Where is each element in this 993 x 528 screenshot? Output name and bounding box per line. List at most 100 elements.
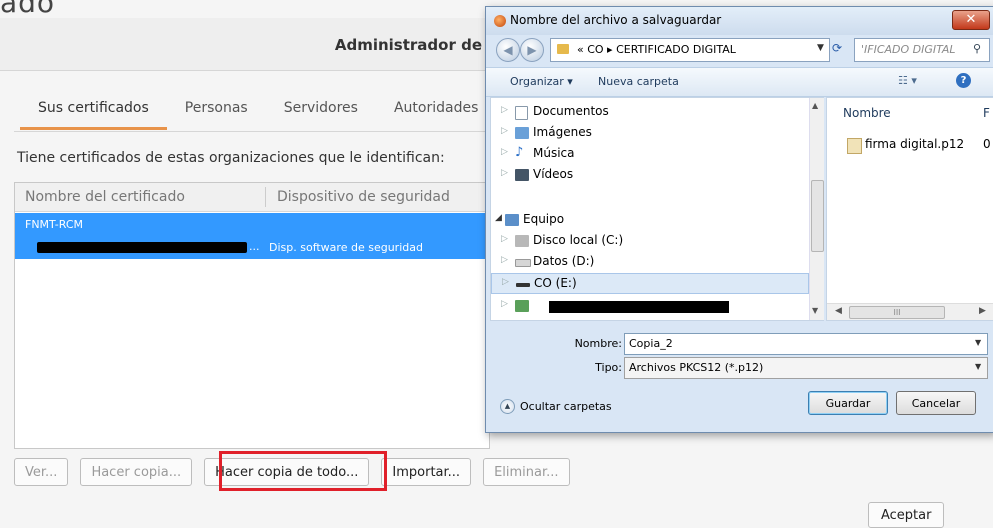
computer-icon: [505, 214, 519, 226]
new-folder-button[interactable]: Nueva carpeta: [598, 75, 679, 88]
collapse-arrow-icon[interactable]: ◢: [495, 213, 502, 223]
nav-item-label: Disco local (C:): [533, 233, 624, 247]
search-input[interactable]: 'IFICADO DIGITAL ⚲: [854, 38, 990, 62]
hide-folders-toggle[interactable]: ▲ Ocultar carpetas: [500, 399, 612, 414]
nav-item-label: CO (E:): [534, 276, 577, 290]
filename-field[interactable]: Copia_2 ▼: [624, 333, 988, 355]
address-row: ◀ ▶ « CO ▸ CERTIFICADO DIGITAL ▼ ⟳ 'IFIC…: [486, 35, 993, 65]
file-item[interactable]: firma digital.p12: [865, 137, 964, 151]
tabs-divider: [14, 131, 488, 132]
refresh-icon[interactable]: ⟳: [832, 41, 842, 55]
scroll-right-icon[interactable]: ▶: [979, 306, 986, 316]
column-header-name[interactable]: Nombre: [843, 106, 891, 120]
filetype-label: Tipo:: [595, 361, 622, 374]
nav-item-data-drive[interactable]: ▷ Datos (D:): [491, 252, 809, 273]
expand-arrow-icon[interactable]: ▷: [501, 105, 508, 115]
filename-label: Nombre:: [574, 337, 622, 350]
expand-arrow-icon[interactable]: ▷: [501, 126, 508, 136]
search-placeholder: 'IFICADO DIGITAL: [861, 43, 956, 56]
dialog-titlebar[interactable]: Nombre del archivo a salvaguardar ✕: [486, 7, 993, 35]
nav-item-local-disk[interactable]: ▷ Disco local (C:): [491, 231, 809, 252]
folder-icon: [557, 44, 569, 54]
file-list: Nombre F firma digital.p12 0 ◀ III ▶: [826, 97, 993, 321]
table-row-group[interactable]: FNMT-RCM: [15, 213, 489, 236]
name-ellipsis: ...: [249, 240, 260, 253]
chevron-down-icon[interactable]: ▼: [975, 338, 981, 347]
nav-item-co-drive[interactable]: ▷ CO (E:): [491, 273, 809, 294]
manager-header: Administrador de: [0, 18, 488, 71]
help-icon[interactable]: ?: [956, 73, 971, 88]
tab-servers[interactable]: Servidores: [266, 96, 376, 130]
ok-button[interactable]: Aceptar: [868, 502, 945, 528]
dialog-title: Nombre del archivo a salvaguardar: [510, 13, 722, 27]
nav-item-label: Datos (D:): [533, 254, 595, 268]
organize-menu[interactable]: Organizar ▾: [510, 75, 573, 88]
scroll-down-icon[interactable]: ▼: [812, 306, 818, 315]
expand-arrow-icon[interactable]: ▷: [501, 255, 508, 265]
expand-arrow-icon[interactable]: ▷: [501, 147, 508, 157]
column-separator[interactable]: [265, 187, 266, 207]
nav-item-computer[interactable]: ◢ Equipo: [491, 210, 809, 231]
redacted-certificate-name: [37, 242, 247, 253]
expand-arrow-icon[interactable]: ▷: [501, 234, 508, 244]
back-arrow-icon[interactable]: ◀: [496, 38, 520, 62]
file-item-detail: 0: [983, 137, 991, 151]
expand-arrow-icon[interactable]: ▷: [501, 168, 508, 178]
filetype-value: Archivos PKCS12 (*.p12): [629, 361, 764, 374]
network-icon: [515, 300, 529, 312]
scroll-left-icon[interactable]: ◀: [835, 306, 842, 316]
column-header-truncated[interactable]: F: [983, 106, 990, 120]
table-row-certificate[interactable]: ... Disp. software de seguridad: [15, 236, 489, 259]
certificate-table: Nombre del certificado Dispositivo de se…: [14, 182, 490, 449]
cancel-button[interactable]: Cancelar: [896, 391, 976, 415]
videos-icon: [515, 169, 529, 181]
nav-item-images[interactable]: ▷ Imágenes: [491, 123, 809, 144]
close-icon[interactable]: ✕: [952, 10, 990, 30]
address-bar[interactable]: « CO ▸ CERTIFICADO DIGITAL ▼: [550, 38, 830, 62]
nav-item-label: Documentos: [533, 104, 609, 118]
drive-icon: [515, 259, 531, 267]
scroll-thumb[interactable]: III: [849, 306, 945, 319]
chevron-down-icon[interactable]: ▼: [817, 43, 824, 53]
usb-drive-icon: [516, 283, 530, 287]
nav-item-label: Vídeos: [533, 167, 574, 181]
delete-button[interactable]: Eliminar...: [483, 458, 570, 486]
tab-authorities[interactable]: Autoridades: [376, 96, 496, 130]
backup-button[interactable]: Hacer copia...: [80, 458, 193, 486]
nav-item-music[interactable]: ▷ ♪ Música: [491, 144, 809, 165]
save-button[interactable]: Guardar: [808, 391, 888, 415]
firefox-icon: [494, 15, 506, 27]
view-options-icon[interactable]: ☷ ▾: [898, 74, 917, 87]
table-header: Nombre del certificado Dispositivo de se…: [15, 183, 489, 212]
save-dialog: Nombre del archivo a salvaguardar ✕ ◀ ▶ …: [485, 6, 993, 433]
scroll-thumb[interactable]: [811, 180, 824, 252]
view-button[interactable]: Ver...: [14, 458, 69, 486]
images-icon: [515, 127, 529, 139]
column-header-name[interactable]: Nombre del certificado: [25, 189, 185, 205]
nav-item-label: Imágenes: [533, 125, 592, 139]
expand-arrow-icon[interactable]: ▷: [502, 277, 509, 287]
chevron-down-icon[interactable]: ▼: [975, 362, 981, 371]
filename-value: Copia_2: [629, 337, 673, 350]
documents-icon: [515, 106, 528, 120]
certificate-file-icon: [847, 138, 862, 154]
nav-scrollbar[interactable]: ▲ ▼: [809, 98, 824, 320]
search-icon[interactable]: ⚲: [973, 42, 981, 55]
filetype-select[interactable]: Archivos PKCS12 (*.p12) ▼: [624, 357, 988, 379]
certificate-device: Disp. software de seguridad: [269, 241, 423, 254]
forward-arrow-icon[interactable]: ▶: [520, 38, 544, 62]
nav-item-documents[interactable]: ▷ Documentos: [491, 102, 809, 123]
expand-arrow-icon[interactable]: ▷: [501, 299, 508, 309]
column-header-device[interactable]: Dispositivo de seguridad: [277, 189, 450, 205]
scroll-up-icon[interactable]: ▲: [812, 101, 818, 110]
group-label: FNMT-RCM: [25, 218, 83, 231]
certificate-tabs: Sus certificados Personas Servidores Aut…: [20, 96, 496, 130]
import-button[interactable]: Importar...: [381, 458, 472, 486]
tab-your-certificates[interactable]: Sus certificados: [20, 96, 167, 130]
chevron-up-icon[interactable]: ▲: [500, 399, 515, 414]
file-hscrollbar[interactable]: ◀ III ▶: [827, 303, 993, 320]
local-disk-icon: [515, 235, 529, 247]
breadcrumb[interactable]: « CO ▸ CERTIFICADO DIGITAL: [577, 43, 736, 56]
tab-people[interactable]: Personas: [167, 96, 266, 130]
nav-item-videos[interactable]: ▷ Vídeos: [491, 165, 809, 186]
